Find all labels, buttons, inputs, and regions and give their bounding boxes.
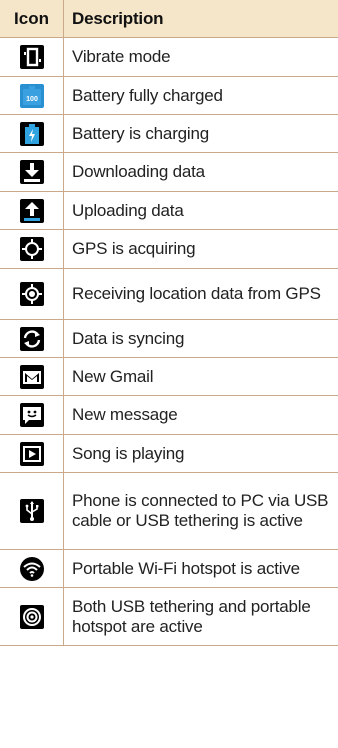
table-row: Both USB tethering and portable hotspot … [0,588,338,646]
play-icon [19,441,44,466]
gps-acquiring-icon [19,237,44,261]
table-row: GPS is acquiring [0,230,338,269]
row-description: Song is playing [72,443,185,463]
table-row: Vibrate mode [0,38,338,77]
upload-icon [19,198,44,223]
sync-icon [19,326,44,351]
table-row: Downloading data [0,153,338,192]
table-row: New message [0,396,338,435]
row-description: Receiving location data from GPS [72,284,321,303]
table-row: Battery is charging [0,115,338,153]
row-description: GPS is acquiring [72,239,196,258]
row-description: Battery is charging [72,123,209,143]
table-row: 100 Battery fully charged [0,77,338,115]
row-description: Uploading data [72,200,184,220]
download-icon [19,160,44,184]
message-icon [19,403,44,427]
row-description: Portable Wi-Fi hotspot is active [72,558,300,578]
row-description: Both USB tethering and portable hotspot … [72,596,311,636]
usb-icon [19,499,44,523]
table-row: Portable Wi-Fi hotspot is active [0,550,338,588]
icon-table: Icon Description Vibrate mode 100 Batter… [0,0,338,646]
table-row: Song is playing [0,435,338,473]
row-description: Phone is connected to PC via USB cable o… [72,491,329,530]
row-description: New message [72,405,178,424]
table-row: New Gmail [0,358,338,396]
table-row: Uploading data [0,192,338,230]
table-row: Phone is connected to PC via USB cable o… [0,473,338,550]
header-icon-column: Icon [0,0,64,37]
gmail-icon [19,364,44,389]
row-description: Data is syncing [72,328,185,348]
table-row: Receiving location data from GPS [0,269,338,320]
battery-full-icon: 100 [19,83,44,108]
table-row: Data is syncing [0,320,338,358]
row-description: Battery fully charged [72,85,223,105]
row-description: New Gmail [72,366,154,386]
header-description-column: Description [72,8,164,28]
row-description: Vibrate mode [72,47,171,66]
wifi-hotspot-icon [19,556,44,581]
vibrate-icon [19,45,44,69]
battery-charging-icon [19,121,44,146]
gps-location-icon [19,282,44,306]
battery-percent-text: 100 [26,96,38,103]
tethering-hotspot-icon [19,604,44,629]
table-header: Icon Description [0,0,338,38]
row-description: Downloading data [72,162,205,181]
